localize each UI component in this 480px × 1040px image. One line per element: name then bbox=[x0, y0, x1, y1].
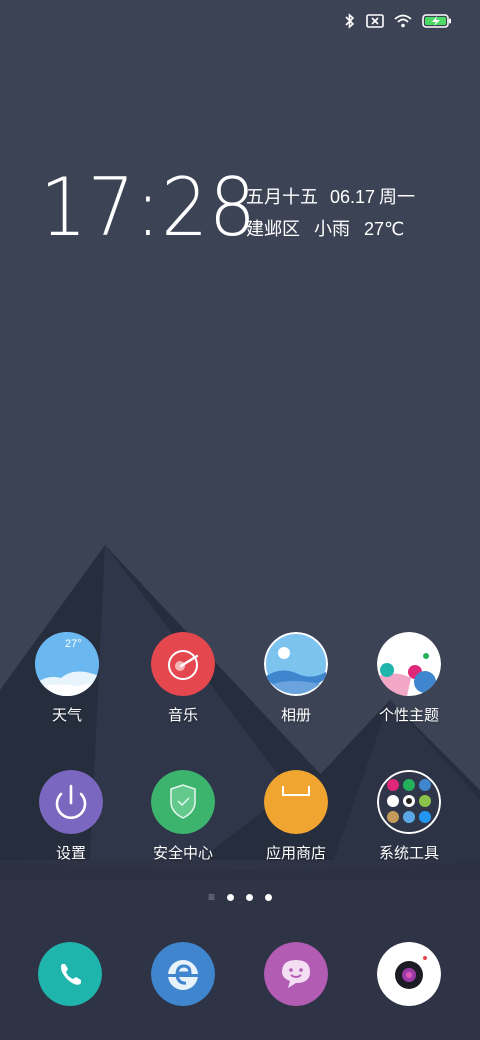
page-indicator[interactable]: ≡ bbox=[0, 891, 480, 903]
phone-icon bbox=[38, 942, 102, 1006]
app-gallery[interactable]: 相册 bbox=[241, 632, 351, 725]
app-label: 天气 bbox=[51, 707, 82, 724]
wallpaper bbox=[0, 0, 480, 1040]
dock-messages[interactable] bbox=[264, 942, 328, 1006]
browser-icon bbox=[151, 942, 215, 1006]
messages-icon bbox=[264, 942, 328, 1006]
app-label: 音乐 bbox=[167, 707, 198, 724]
music-icon bbox=[151, 632, 215, 696]
app-label: 安全中心 bbox=[152, 845, 213, 862]
lunar-date: 五月十五 bbox=[246, 187, 318, 207]
app-label: 设置 bbox=[55, 845, 86, 862]
app-music[interactable]: 音乐 bbox=[128, 632, 238, 725]
app-label: 个性主题 bbox=[378, 707, 439, 724]
weather-icon: 27° bbox=[35, 632, 99, 696]
no-sim-icon bbox=[366, 14, 384, 28]
app-label: 应用商店 bbox=[265, 845, 326, 862]
date: 06.17 bbox=[330, 187, 376, 207]
weather-condition: 小雨 bbox=[314, 219, 350, 239]
app-store-icon bbox=[264, 770, 328, 834]
temperature: 27℃ bbox=[364, 219, 405, 239]
battery-charging-icon bbox=[422, 14, 452, 28]
dock-browser[interactable] bbox=[151, 942, 215, 1006]
page-dot[interactable] bbox=[246, 893, 253, 901]
app-label: 相册 bbox=[280, 707, 311, 724]
app-label: 系统工具 bbox=[378, 845, 439, 862]
dock-phone[interactable] bbox=[38, 942, 102, 1006]
wifi-icon bbox=[394, 14, 412, 28]
app-themes[interactable]: 个性主题 bbox=[354, 632, 464, 725]
app-system-tools[interactable]: 系统工具 bbox=[354, 770, 464, 863]
security-shield-icon bbox=[151, 770, 215, 834]
app-settings[interactable]: 设置 bbox=[16, 770, 126, 863]
status-bar bbox=[344, 8, 452, 34]
themes-icon bbox=[377, 632, 441, 696]
app-weather[interactable]: 27° 天气 bbox=[12, 632, 122, 725]
weather-line[interactable]: 建邺区 小雨 27℃ bbox=[246, 215, 416, 241]
power-settings-icon bbox=[39, 770, 103, 834]
system-tools-folder-icon bbox=[377, 770, 441, 834]
app-store[interactable]: 应用商店 bbox=[241, 770, 351, 863]
menu-lines-icon[interactable]: ≡ bbox=[208, 891, 215, 903]
page-dot[interactable] bbox=[265, 893, 272, 901]
clock-time[interactable]: 17:28 bbox=[40, 158, 257, 258]
camera-icon bbox=[377, 942, 441, 1006]
app-security[interactable]: 安全中心 bbox=[128, 770, 238, 863]
page-dot[interactable] bbox=[227, 893, 234, 901]
gallery-icon bbox=[264, 632, 328, 696]
weekday: 周一 bbox=[379, 187, 416, 207]
date-line[interactable]: 五月十五 06.17 周一 bbox=[246, 183, 427, 209]
bluetooth-icon bbox=[344, 13, 356, 29]
location: 建邺区 bbox=[246, 219, 300, 239]
dock-camera[interactable] bbox=[377, 942, 441, 1006]
weather-badge: 27° bbox=[65, 638, 82, 650]
